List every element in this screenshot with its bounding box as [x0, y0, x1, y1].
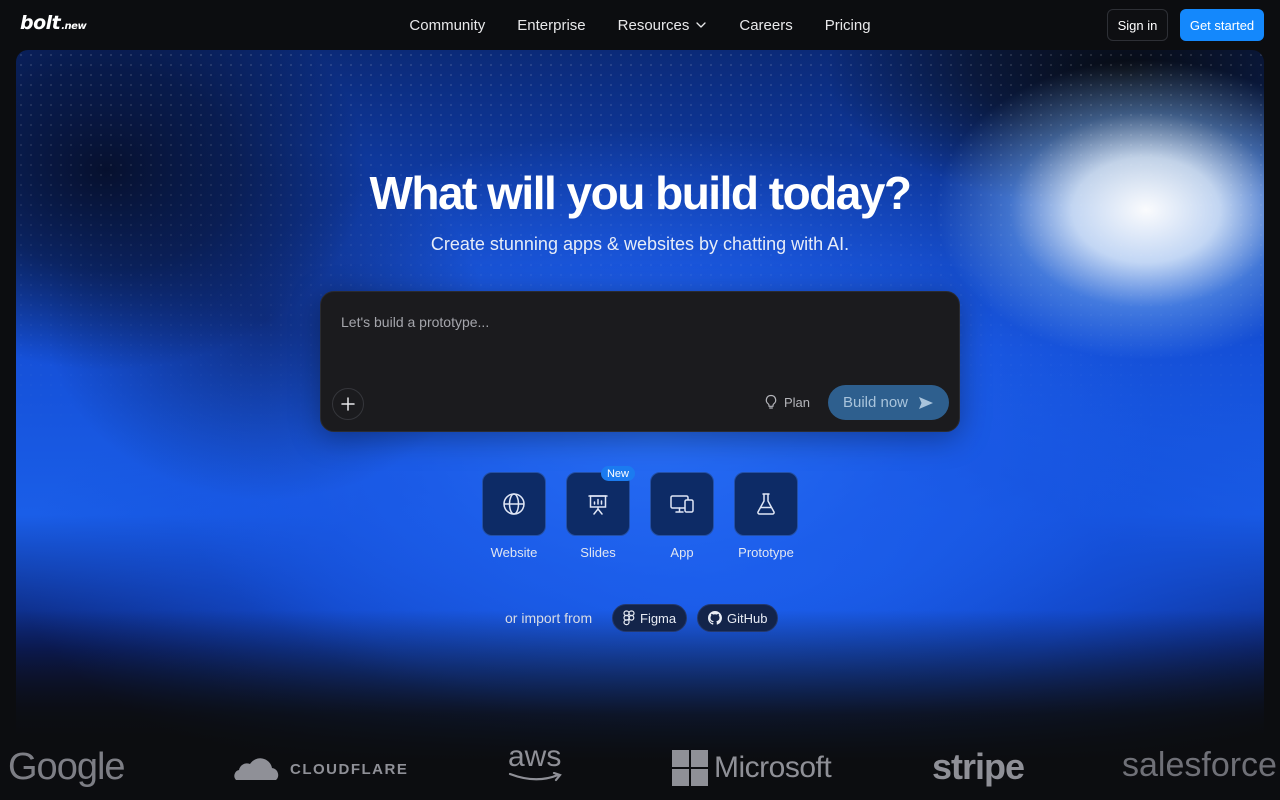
- devices-icon: [670, 495, 694, 513]
- logo-aws-text: aws: [508, 740, 562, 773]
- import-github-button[interactable]: GitHub: [697, 604, 779, 632]
- nav-label: Pricing: [824, 16, 871, 34]
- logo-suffix: .new: [61, 21, 87, 32]
- logo-microsoft-text: Microsoft: [714, 751, 832, 784]
- lightbulb-icon: [765, 394, 777, 409]
- nav-label: Resources: [617, 16, 690, 34]
- page-title: What will you build today?: [369, 167, 912, 219]
- nav-enterprise[interactable]: Enterprise: [501, 17, 601, 34]
- figma-icon: [623, 610, 635, 626]
- template-prototype[interactable]: [734, 472, 798, 536]
- logo-microsoft: Microsoft: [672, 750, 832, 786]
- logo-cloudflare: CLOUDFLARE: [230, 756, 408, 782]
- github-icon: [708, 611, 722, 625]
- presentation-icon: [588, 495, 608, 515]
- build-now-button[interactable]: Build now: [828, 385, 949, 420]
- build-now-label: Build now: [842, 394, 909, 411]
- new-badge: New: [601, 466, 635, 481]
- nav-label: Community: [409, 16, 486, 34]
- send-icon: [919, 396, 934, 409]
- logo-salesforce: salesforce: [1122, 746, 1280, 785]
- microsoft-icon: [672, 750, 708, 786]
- get-started-button[interactable]: Get started: [1180, 9, 1264, 41]
- chevron-down-icon: [696, 22, 707, 28]
- nav-community[interactable]: Community: [393, 17, 501, 34]
- page-subtitle: Create stunning apps & websites by chatt…: [430, 234, 850, 254]
- import-figma-button[interactable]: Figma: [612, 604, 688, 632]
- figma-label: Figma: [640, 610, 677, 626]
- nav-label: Enterprise: [517, 16, 586, 34]
- logo-cloudflare-text: CLOUDFLARE: [290, 760, 409, 778]
- template-app[interactable]: [650, 472, 714, 536]
- flask-icon: [757, 493, 775, 515]
- template-label-app: App: [670, 545, 694, 560]
- partner-logos: Google CLOUDFLARE aws Microsoft stripe s…: [0, 740, 1280, 800]
- aws-smile-icon: [508, 772, 562, 782]
- logo-salesforce-text: salesforce: [1122, 746, 1277, 784]
- plan-button[interactable]: Plan: [764, 394, 810, 410]
- plus-icon: [341, 397, 355, 411]
- globe-icon: [503, 493, 525, 515]
- bolt-logo[interactable]: bolt.new: [20, 12, 87, 34]
- prompt-input[interactable]: [341, 314, 941, 364]
- logo-aws: aws: [508, 742, 564, 782]
- logo-text: bolt: [20, 12, 61, 34]
- nav-label: Careers: [739, 16, 793, 34]
- nav-resources[interactable]: Resources: [602, 17, 724, 34]
- attach-button[interactable]: [332, 388, 364, 420]
- plan-label: Plan: [784, 394, 811, 410]
- template-website[interactable]: [482, 472, 546, 536]
- main-nav: Community Enterprise Resources Careers P…: [0, 0, 1280, 50]
- import-label: or import from: [505, 610, 593, 626]
- sign-in-button[interactable]: Sign in: [1107, 9, 1168, 41]
- top-header: bolt.new Community Enterprise Resources …: [0, 0, 1280, 50]
- template-label-slides: Slides: [580, 545, 616, 560]
- logo-stripe: stripe: [932, 746, 1025, 787]
- cloudflare-icon: [234, 758, 279, 780]
- template-label-website: Website: [490, 545, 538, 560]
- template-slides[interactable]: [566, 472, 630, 536]
- github-label: GitHub: [727, 610, 768, 626]
- nav-pricing[interactable]: Pricing: [809, 17, 887, 34]
- nav-careers[interactable]: Careers: [723, 17, 808, 34]
- template-label-prototype: Prototype: [738, 545, 794, 560]
- logo-google: Google: [8, 746, 126, 788]
